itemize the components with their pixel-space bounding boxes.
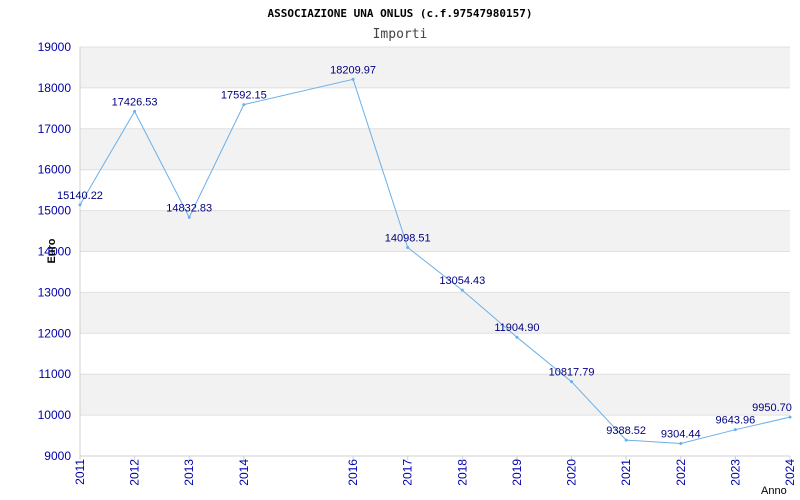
data-point	[788, 415, 792, 419]
chart-subtitle: Importi	[373, 27, 428, 42]
data-label: 9304.44	[661, 429, 701, 441]
data-point	[460, 288, 464, 292]
data-point	[187, 215, 191, 219]
data-label: 17426.53	[112, 96, 158, 108]
x-tick-label: 2011	[73, 459, 87, 485]
x-tick-label: 2013	[182, 459, 196, 486]
x-tick-label: 2021	[619, 459, 633, 486]
data-label: 17592.15	[221, 90, 267, 102]
data-point	[242, 103, 246, 107]
data-label: 15140.22	[57, 190, 103, 202]
x-tick-label: 2023	[728, 459, 742, 486]
y-axis-title: Euro	[46, 238, 58, 263]
data-point	[78, 203, 82, 207]
x-tick-labels: 2011 2012 2013 2014 2016 2017 2018 2019 2020 2021…	[73, 456, 797, 486]
data-label: 10817.79	[549, 367, 595, 379]
data-point	[624, 438, 628, 442]
plot-band	[80, 333, 790, 375]
data-label: 14832.83	[166, 202, 212, 214]
data-label: 9388.52	[606, 425, 646, 437]
y-tick-label: 15000	[38, 204, 72, 218]
data-point	[515, 335, 519, 339]
y-tick-label: 19000	[38, 40, 72, 54]
data-point	[570, 380, 574, 384]
data-label: 9950.70	[752, 402, 792, 414]
x-tick-label: 2019	[510, 459, 524, 486]
x-tick-label: 2016	[346, 459, 360, 486]
y-tick-label: 12000	[38, 326, 72, 340]
plot-band	[80, 374, 790, 416]
data-label: 13054.43	[439, 275, 485, 287]
data-label: 14098.51	[385, 232, 431, 244]
plot-band	[80, 210, 790, 252]
plot-band	[80, 128, 790, 170]
line-chart: ASSOCIAZIONE UNA ONLUS (c.f.97547980157)…	[38, 7, 797, 497]
y-tick-label: 10000	[38, 408, 72, 422]
x-tick-label: 2014	[237, 459, 251, 486]
data-point	[733, 428, 737, 432]
data-point	[406, 245, 410, 249]
x-tick-label: 2024	[783, 459, 797, 486]
chart-title: ASSOCIAZIONE UNA ONLUS (c.f.97547980157)	[268, 7, 533, 20]
data-label: 9643.96	[716, 415, 756, 427]
plot-band	[80, 251, 790, 293]
y-tick-label: 11000	[39, 367, 72, 381]
x-tick-label: 2020	[565, 459, 579, 486]
y-tick-label: 13000	[38, 285, 72, 299]
y-tick-label: 16000	[38, 163, 72, 177]
x-axis-title: Anno	[761, 485, 787, 497]
data-point	[679, 442, 683, 446]
y-tick-label: 9000	[44, 449, 71, 463]
x-tick-label: 2012	[128, 459, 142, 486]
data-label: 11904.90	[494, 322, 539, 334]
x-tick-label: 2017	[401, 459, 415, 486]
y-tick-label: 17000	[38, 122, 72, 136]
plot-band	[80, 292, 790, 334]
chart-container: ASSOCIAZIONE UNA ONLUS (c.f.97547980157)…	[0, 0, 800, 500]
plot-band	[80, 47, 790, 88]
y-tick-label: 18000	[38, 81, 72, 95]
data-point	[133, 109, 137, 113]
data-point	[351, 77, 355, 81]
x-tick-label: 2022	[674, 459, 688, 486]
x-tick-label: 2018	[455, 459, 469, 486]
plot-band	[80, 87, 790, 129]
data-label: 18209.97	[330, 64, 376, 76]
